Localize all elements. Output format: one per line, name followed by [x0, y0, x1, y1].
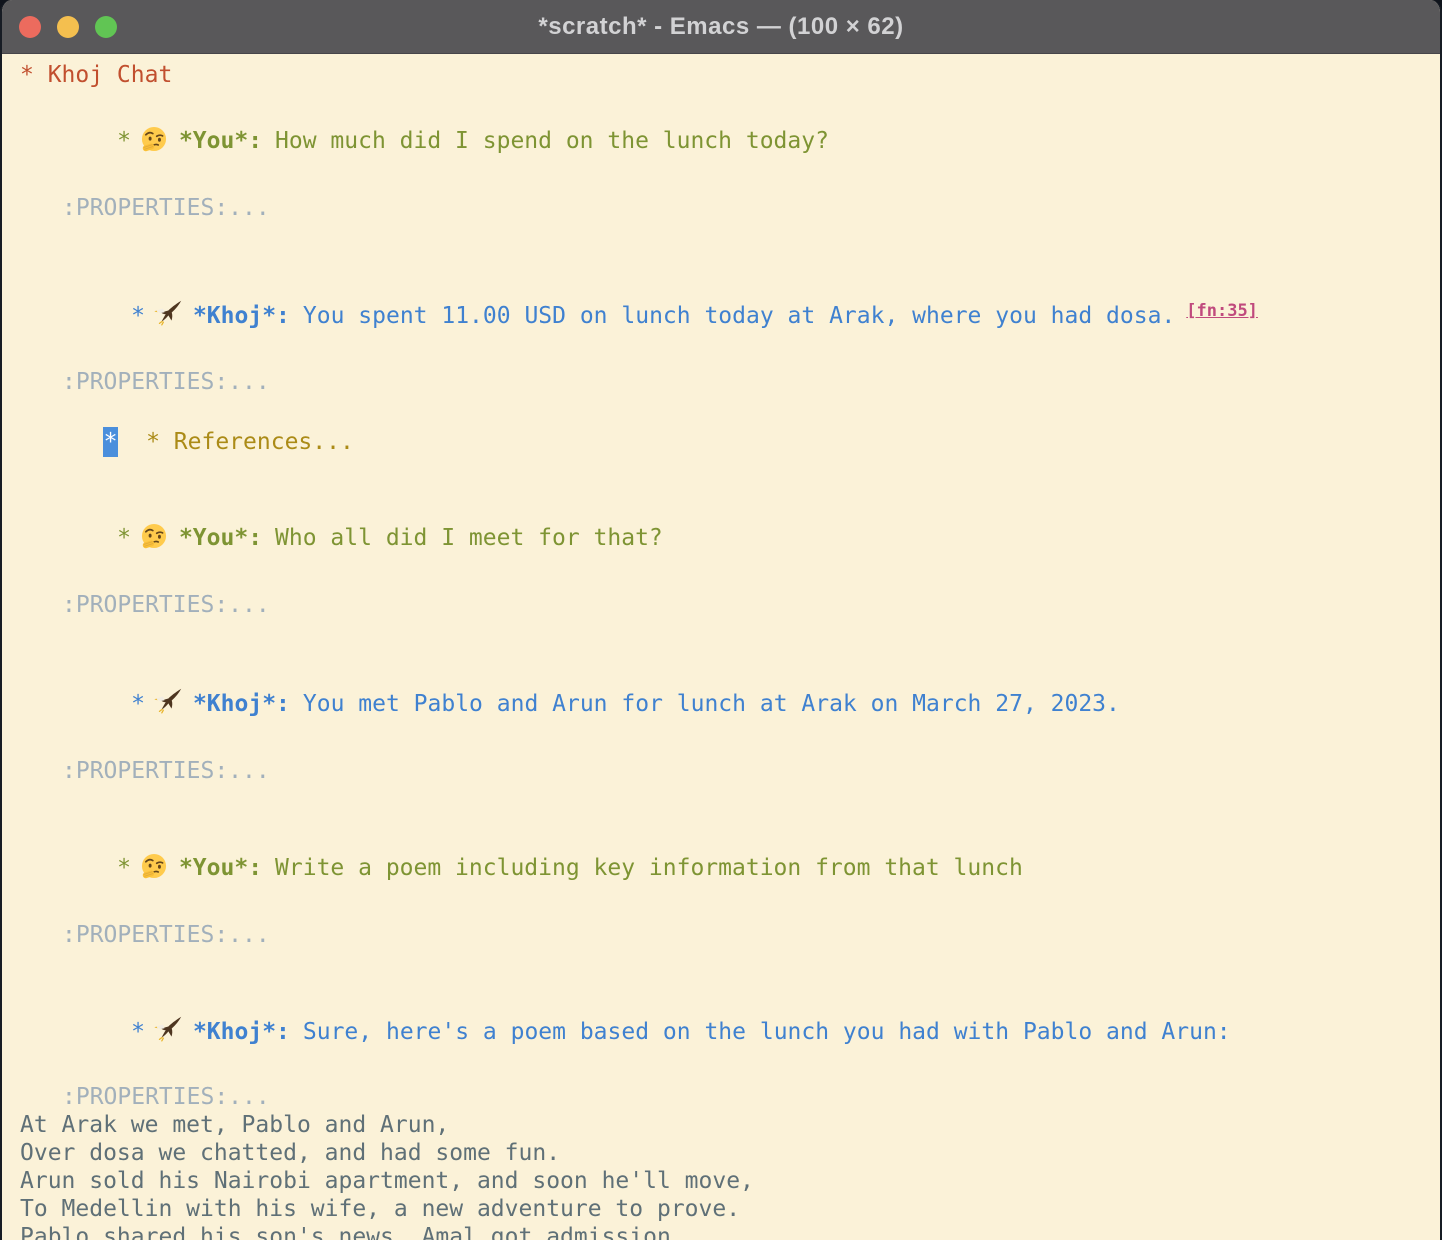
emacs-buffer[interactable]: * Khoj Chat * *You*: How much did I spend …: [2, 54, 1440, 1240]
message-text: Sure, here's a poem based on the lunch y…: [303, 1019, 1231, 1045]
org-properties-drawer[interactable]: :PROPERTIES:...: [20, 367, 1430, 397]
message-text: You spent 11.00 USD on lunch today at Ar…: [303, 303, 1175, 329]
chat-turn-khoj: * *Khoj*: You spent 11.00 USD on lunch tod…: [20, 260, 1430, 367]
eagle-emoji: [154, 300, 182, 328]
speaker-label: *You*:: [179, 128, 262, 154]
org-properties-drawer[interactable]: :PROPERTIES:...: [20, 1083, 1430, 1111]
thinking-face-emoji: [140, 125, 168, 153]
speaker-label: *Khoj*:: [193, 691, 290, 717]
chat-turn-you: * *You*: How much did I spend on the lunch…: [20, 90, 1430, 192]
org-properties-drawer[interactable]: :PROPERTIES:...: [20, 589, 1430, 621]
text-cursor: *: [103, 427, 118, 457]
poem-line: To Medellin with his wife, a new adventu…: [20, 1195, 1430, 1223]
window-title: *scratch* - Emacs — (100 × 62): [2, 13, 1440, 41]
footnote-link[interactable]: [fn:35]: [1186, 301, 1258, 321]
org-properties-drawer[interactable]: :PROPERTIES:...: [20, 919, 1430, 951]
org-bullet: *: [131, 303, 145, 329]
chat-turn-you: * *You*: Write a poem including key inform…: [20, 817, 1430, 919]
org-doc-heading: * Khoj Chat: [20, 60, 1430, 90]
speaker-label: *You*:: [179, 855, 262, 881]
eagle-emoji: [154, 1016, 182, 1044]
org-bullet: *: [117, 128, 131, 154]
org-properties-drawer[interactable]: :PROPERTIES:...: [20, 755, 1430, 787]
speaker-label: *You*:: [179, 525, 262, 551]
message-text: You met Pablo and Arun for lunch at Arak…: [303, 691, 1120, 717]
message-text: How much did I spend on the lunch today?: [275, 128, 829, 154]
chat-turn-khoj: * *Khoj*: You met Pablo and Arun for lunch…: [20, 653, 1430, 755]
speaker-label: *Khoj*:: [193, 303, 290, 329]
poem-line: Arun sold his Nairobi apartment, and soo…: [20, 1167, 1430, 1195]
references-heading[interactable]: * References...: [146, 429, 354, 455]
message-text: Who all did I meet for that?: [275, 525, 663, 551]
window-titlebar[interactable]: *scratch* - Emacs — (100 × 62): [2, 0, 1440, 54]
chat-turn-khoj: * *Khoj*: Sure, here's a poem based on the…: [20, 981, 1430, 1083]
message-text: Write a poem including key information f…: [275, 855, 1023, 881]
chat-turn-you: * *You*: Who all did I meet for that?: [20, 487, 1430, 589]
references-heading-row[interactable]: * * References...: [20, 397, 1430, 487]
poem-line: Over dosa we chatted, and had some fun.: [20, 1139, 1430, 1167]
thinking-face-emoji: [140, 522, 168, 550]
speaker-label: *Khoj*:: [193, 1019, 290, 1045]
poem-line: Pablo shared his son's news, Amal got ad…: [20, 1223, 1430, 1240]
org-bullet: *: [131, 691, 145, 717]
org-bullet: *: [117, 855, 131, 881]
org-bullet: *: [131, 1019, 145, 1045]
org-bullet: *: [117, 525, 131, 551]
poem-line: At Arak we met, Pablo and Arun,: [20, 1111, 1430, 1139]
org-properties-drawer[interactable]: :PROPERTIES:...: [20, 192, 1430, 224]
emacs-window: *scratch* - Emacs — (100 × 62) * Khoj Ch…: [0, 0, 1442, 1240]
eagle-emoji: [154, 688, 182, 716]
thinking-face-emoji: [140, 852, 168, 880]
